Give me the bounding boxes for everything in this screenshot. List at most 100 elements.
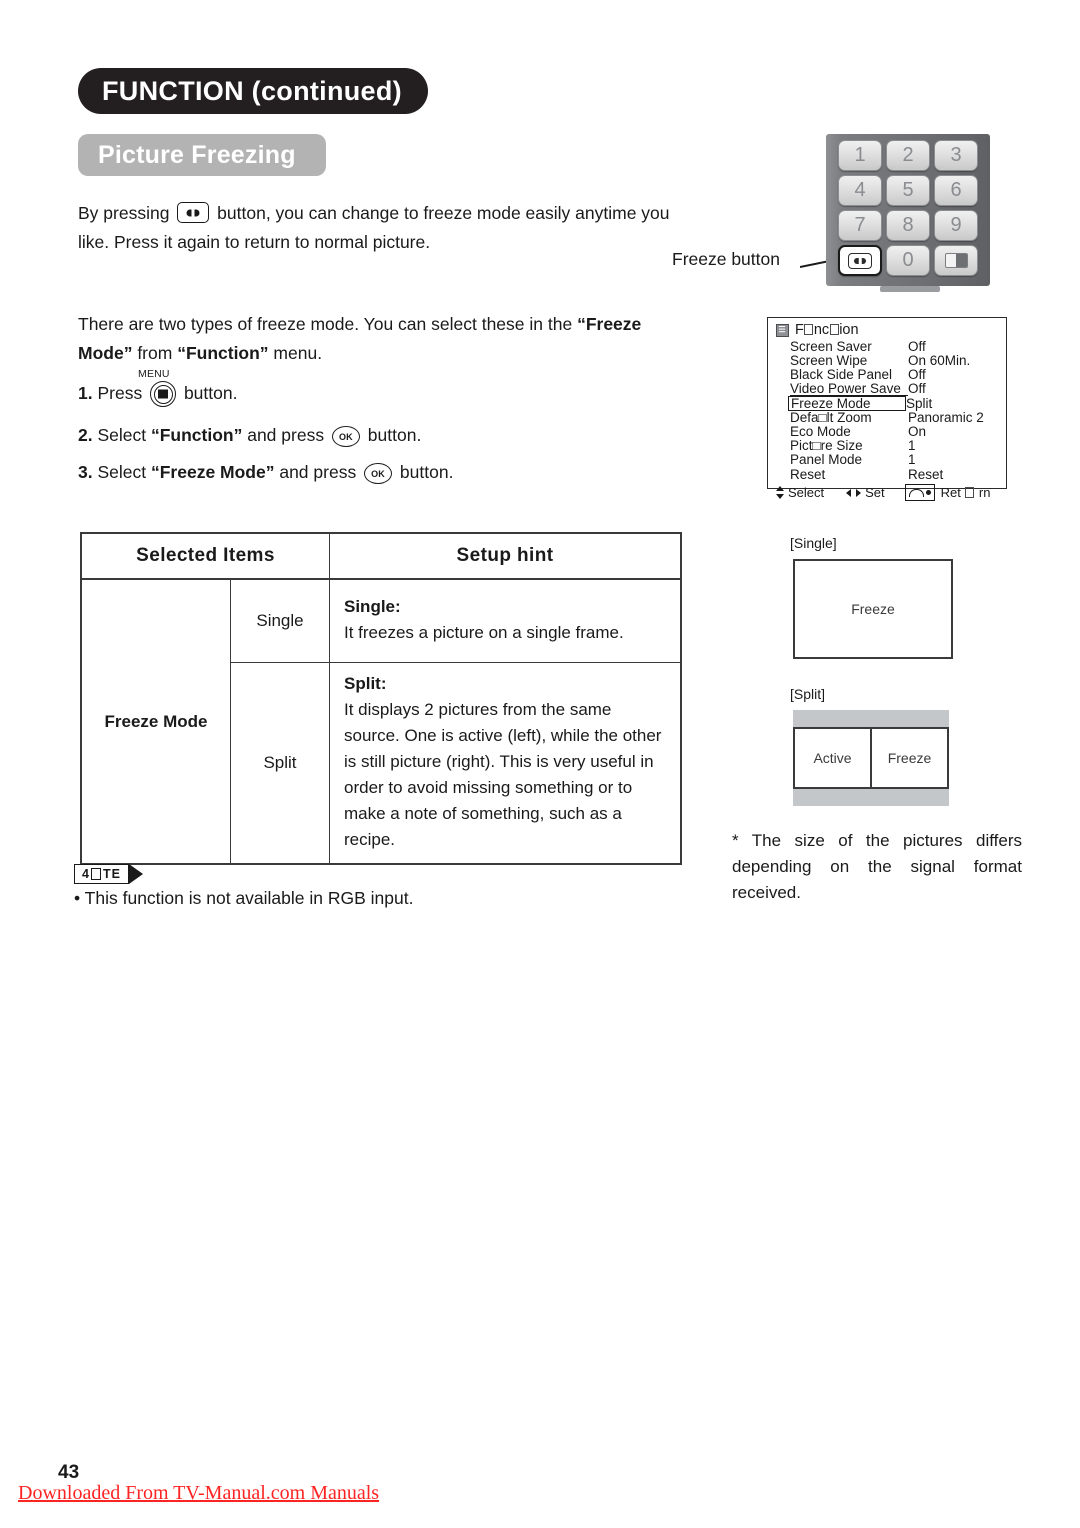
section-title: Picture Freezing <box>78 134 326 176</box>
note-badge-suffix: TE <box>102 866 121 881</box>
table-cell-mode-split: Split <box>230 662 330 865</box>
osd-row-value: Off <box>908 381 926 397</box>
menu-key-caption: MENU <box>138 368 170 380</box>
osd-row-freeze-mode-selected[interactable]: Freeze Mode Split <box>788 395 1006 411</box>
osd-row-picture-size[interactable]: Pict□re Size 1 <box>790 439 1006 453</box>
step-3-text-after: button. <box>395 462 454 482</box>
osd-return-hint: Ret rn <box>904 484 991 502</box>
note-badge: 4 TE <box>74 864 143 884</box>
osd-row-value: Off <box>908 338 926 354</box>
osd-title-part-b: nc <box>813 322 830 338</box>
freeze-types-paragraph: There are two types of freeze mode. You … <box>78 310 674 368</box>
osd-menu-title: Fnc ion <box>795 323 859 338</box>
osd-row-screen-wipe[interactable]: Screen Wipe On 60Min. <box>790 354 1006 368</box>
remote-key-3[interactable]: 3 <box>934 140 978 171</box>
menu-button-icon <box>150 381 177 407</box>
split-diagram-active-pane: Active <box>813 750 852 766</box>
remote-key-9[interactable]: 9 <box>934 210 978 241</box>
step-3-bold-freeze-mode: “Freeze Mode” <box>150 462 275 482</box>
step-2: 2. Select “Function” and press OK button… <box>78 422 421 448</box>
missing-glyph-icon <box>91 868 102 880</box>
osd-row-label: Black Side Panel <box>790 367 893 383</box>
table-header-setup-hint: Setup hint <box>329 532 682 580</box>
ok-button-icon: OK <box>364 463 393 484</box>
table-header-row: Selected Items Setup hint <box>80 532 682 580</box>
types-bold-function: “Function” <box>177 343 269 363</box>
osd-row-label: Pict□re Size <box>790 438 863 454</box>
step-3-text-before: Select <box>92 462 151 482</box>
intro-text-before: By pressing <box>78 203 175 223</box>
remote-key-4[interactable]: 4 <box>838 175 882 206</box>
table-row-single: Freeze Mode Single Single: It freezes a … <box>80 578 682 865</box>
osd-row-panel-mode[interactable]: Panel Mode 1 <box>790 453 1006 467</box>
osd-row-value: 1 <box>908 452 916 468</box>
remote-keypad: 1 2 3 4 5 6 7 8 9 0 <box>838 140 978 276</box>
step-3-text-mid: and press <box>274 462 362 482</box>
osd-return-label-b: rn <box>978 485 991 501</box>
table-header-selected-items: Selected Items <box>80 532 330 580</box>
page-number: 43 <box>58 1462 80 1483</box>
split-diagram-freeze-pane: Freeze <box>870 729 947 787</box>
osd-row-black-side-panel[interactable]: Black Side Panel Off <box>790 368 1006 382</box>
freeze-key-icon <box>177 202 210 223</box>
types-text-tail: menu. <box>268 343 323 363</box>
osd-row-label: Screen Wipe <box>790 353 868 369</box>
step-1-text-before: Press <box>92 383 148 403</box>
remote-split-button[interactable] <box>934 245 978 276</box>
osd-select-label: Select <box>788 485 825 501</box>
menu-list-icon <box>776 323 789 337</box>
step-2-text-before: Select <box>92 425 151 445</box>
osd-row-value: Panoramic 2 <box>908 409 984 425</box>
osd-set-label: Set <box>865 485 885 501</box>
page-title: FUNCTION (continued) <box>78 68 428 114</box>
step-1-number: 1. <box>78 383 93 403</box>
up-down-arrow-icon <box>776 486 784 500</box>
remote-key-5[interactable]: 5 <box>886 175 930 206</box>
ok-button-label: OK <box>371 468 386 479</box>
table-cell-hint-split: Split: It displays 2 pictures from the s… <box>329 662 682 865</box>
types-text-mid: from <box>132 343 178 363</box>
note-badge-box: 4 TE <box>74 864 129 884</box>
split-mode-diagram: Active Freeze <box>793 710 949 806</box>
remote-key-7[interactable]: 7 <box>838 210 882 241</box>
step-2-text-after: button. <box>362 425 422 445</box>
osd-function-menu: Fnc ion Screen Saver Off Screen Wipe On 60M… <box>767 317 1007 502</box>
download-source-link[interactable]: Downloaded From TV-Manual.com Manuals <box>18 1482 379 1505</box>
osd-row-label: Screen Saver <box>790 338 872 354</box>
osd-row-video-power-save[interactable]: Video Power Save Off <box>790 381 1006 397</box>
osd-row-screen-saver[interactable]: Screen Saver Off <box>790 340 1006 354</box>
osd-row-label: Defa□lt Zoom <box>790 409 872 425</box>
osd-row-label: Reset <box>790 466 826 482</box>
single-diagram-label: [Single] <box>790 535 837 551</box>
remote-freeze-button[interactable] <box>838 245 882 276</box>
types-text-1: There are two types of freeze mode. You … <box>78 314 578 334</box>
hint-heading-single: Single: <box>344 597 401 616</box>
osd-row-value: 1 <box>908 438 916 454</box>
missing-glyph-icon <box>829 324 839 335</box>
hint-body-split: It displays 2 pictures from the same sou… <box>344 700 662 849</box>
osd-title-part-a: F <box>795 322 804 338</box>
remote-control-image: 1 2 3 4 5 6 7 8 9 0 <box>826 134 990 286</box>
remote-key-2[interactable]: 2 <box>886 140 930 171</box>
osd-menu-rows: Screen Saver Off Screen Wipe On 60Min. Bla… <box>768 339 1006 482</box>
remote-key-0[interactable]: 0 <box>886 245 930 276</box>
split-screen-key-icon <box>944 253 968 268</box>
osd-row-reset[interactable]: Reset Reset <box>790 467 1006 481</box>
remote-key-1[interactable]: 1 <box>838 140 882 171</box>
note-text: • This function is not available in RGB … <box>74 888 414 908</box>
note-badge-arrow-icon <box>128 864 143 884</box>
hint-heading-split: Split: <box>344 674 387 693</box>
osd-row-eco-mode[interactable]: Eco Mode On <box>790 425 1006 439</box>
osd-row-default-zoom[interactable]: Defa□lt Zoom Panoramic 2 <box>790 410 1006 424</box>
osd-row-value: Reset <box>908 466 944 482</box>
picture-size-note: * The size of the pictures differs depen… <box>732 831 1022 902</box>
osd-row-label: Panel Mode <box>790 452 863 468</box>
remote-key-8[interactable]: 8 <box>886 210 930 241</box>
split-diagram-panes: Active Freeze <box>793 727 949 789</box>
osd-row-value: Off <box>908 367 926 383</box>
osd-row-label: Freeze Mode <box>788 395 906 411</box>
left-right-arrow-icon <box>846 488 862 497</box>
osd-title-part-c: ion <box>839 322 859 338</box>
remote-key-6[interactable]: 6 <box>934 175 978 206</box>
step-1-text-after: button. <box>179 383 238 403</box>
